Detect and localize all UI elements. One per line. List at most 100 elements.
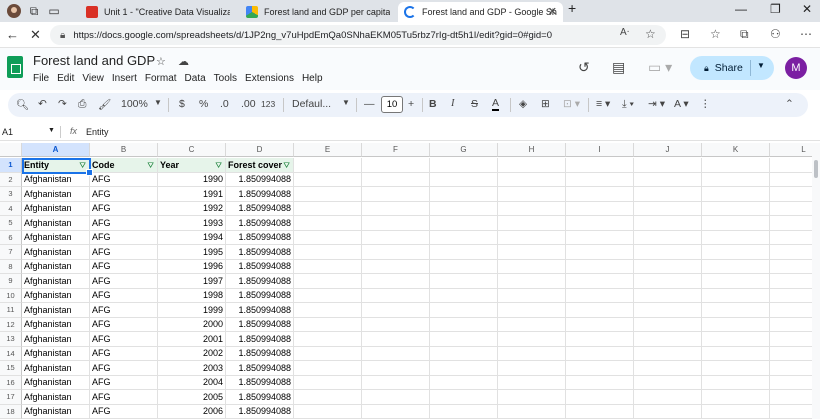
- tab-forest-gdp-chart[interactable]: Forest land and GDP per capita: [240, 2, 390, 22]
- column-header-a[interactable]: A: [22, 143, 90, 157]
- empty-cell[interactable]: [362, 245, 430, 260]
- url-field[interactable]: 🔒︎ https://docs.google.com/spreadsheets/…: [50, 25, 666, 45]
- empty-cell[interactable]: [566, 404, 634, 419]
- tab-forest-gdp-sheet[interactable]: Forest land and GDP - Google Sh ✕: [398, 2, 563, 22]
- empty-cell[interactable]: [294, 404, 362, 419]
- empty-cell[interactable]: [770, 347, 812, 361]
- row-header[interactable]: 4: [0, 201, 22, 216]
- table-cell[interactable]: Afghanistan: [22, 361, 90, 376]
- empty-cell[interactable]: [770, 289, 812, 303]
- empty-cell[interactable]: [362, 390, 430, 405]
- zoom-dropdown-icon[interactable]: ▼: [154, 98, 162, 107]
- empty-cell[interactable]: [566, 288, 634, 303]
- split-screen-icon[interactable]: ⊟: [680, 27, 690, 41]
- table-cell[interactable]: 1.850994088: [226, 230, 294, 245]
- empty-cell[interactable]: [634, 303, 702, 318]
- search-menus-icon[interactable]: 🔍︎: [16, 98, 29, 111]
- empty-cell[interactable]: [770, 231, 812, 245]
- table-cell[interactable]: 1.850994088: [226, 288, 294, 303]
- empty-cell[interactable]: [362, 259, 430, 274]
- empty-cell[interactable]: [294, 259, 362, 274]
- stop-loading-icon[interactable]: ✕: [30, 27, 41, 43]
- minimize-icon[interactable]: —: [735, 2, 747, 16]
- empty-cell[interactable]: [702, 216, 770, 231]
- row-header[interactable]: 11: [0, 303, 22, 318]
- empty-cell[interactable]: [294, 230, 362, 245]
- header-cell[interactable]: Forest cover ⛛: [226, 158, 294, 173]
- empty-cell[interactable]: [430, 317, 498, 332]
- table-cell[interactable]: Afghanistan: [22, 332, 90, 347]
- column-header-d[interactable]: D: [226, 143, 294, 157]
- row-header[interactable]: 6: [0, 230, 22, 245]
- empty-cell[interactable]: [702, 201, 770, 216]
- empty-cell[interactable]: [430, 390, 498, 405]
- table-cell[interactable]: AFG: [90, 216, 158, 231]
- empty-cell[interactable]: [430, 288, 498, 303]
- empty-cell[interactable]: [294, 245, 362, 260]
- table-cell[interactable]: AFG: [90, 390, 158, 405]
- empty-cell[interactable]: [362, 274, 430, 289]
- table-cell[interactable]: 1.850994088: [226, 332, 294, 347]
- empty-cell[interactable]: [770, 390, 812, 405]
- empty-cell[interactable]: [566, 361, 634, 376]
- empty-cell[interactable]: [430, 259, 498, 274]
- empty-cell[interactable]: [634, 390, 702, 405]
- version-history-icon[interactable]: ↺: [578, 59, 590, 76]
- bold-button[interactable]: B: [429, 98, 437, 110]
- strikethrough-button[interactable]: S: [471, 98, 478, 110]
- header-cell[interactable]: Code ⛛: [90, 158, 158, 173]
- font-dropdown-icon[interactable]: ▼: [342, 98, 350, 107]
- collapse-menus-icon[interactable]: ⌃: [785, 98, 794, 110]
- percent-format-button[interactable]: %: [199, 98, 208, 110]
- empty-cell[interactable]: [362, 216, 430, 231]
- table-cell[interactable]: AFG: [90, 346, 158, 361]
- menu-data[interactable]: Data: [185, 73, 206, 84]
- table-cell[interactable]: 1.850994088: [226, 404, 294, 419]
- empty-cell[interactable]: [498, 230, 566, 245]
- empty-cell[interactable]: [498, 274, 566, 289]
- empty-cell[interactable]: [634, 158, 702, 173]
- empty-cell[interactable]: [430, 404, 498, 419]
- account-avatar[interactable]: M: [785, 57, 807, 79]
- table-cell[interactable]: 2002: [158, 346, 226, 361]
- table-cell[interactable]: AFG: [90, 317, 158, 332]
- vertical-scrollbar[interactable]: [812, 143, 820, 419]
- empty-cell[interactable]: [770, 332, 812, 347]
- vertical-align-icon[interactable]: ⤓ ▾: [622, 98, 634, 111]
- increase-font-size-button[interactable]: +: [408, 98, 414, 110]
- empty-cell[interactable]: [430, 303, 498, 318]
- row-header[interactable]: 3: [0, 187, 22, 202]
- empty-cell[interactable]: [702, 346, 770, 361]
- table-cell[interactable]: AFG: [90, 245, 158, 260]
- more-formats-button[interactable]: 123: [261, 99, 275, 109]
- table-cell[interactable]: 1998: [158, 288, 226, 303]
- menu-help[interactable]: Help: [302, 73, 323, 84]
- empty-cell[interactable]: [362, 346, 430, 361]
- empty-cell[interactable]: [498, 346, 566, 361]
- table-cell[interactable]: 1.850994088: [226, 172, 294, 187]
- row-header[interactable]: 14: [0, 346, 22, 361]
- table-cell[interactable]: Afghanistan: [22, 187, 90, 202]
- decrease-font-size-button[interactable]: —: [364, 98, 375, 110]
- new-tab-button[interactable]: +: [568, 0, 576, 16]
- table-cell[interactable]: 1996: [158, 259, 226, 274]
- empty-cell[interactable]: [430, 346, 498, 361]
- empty-cell[interactable]: [770, 318, 812, 332]
- empty-cell[interactable]: [566, 187, 634, 202]
- print-icon[interactable]: ⎙: [78, 98, 86, 111]
- table-cell[interactable]: 1990: [158, 172, 226, 187]
- empty-cell[interactable]: [770, 274, 812, 289]
- empty-cell[interactable]: [634, 375, 702, 390]
- share-button[interactable]: 🔒︎ Share ▼: [690, 56, 774, 80]
- font-size-input[interactable]: 10: [381, 96, 403, 113]
- empty-cell[interactable]: [294, 346, 362, 361]
- menu-file[interactable]: File: [33, 73, 49, 84]
- currency-format-button[interactable]: $: [179, 98, 185, 110]
- more-toolbar-icon[interactable]: ⋮: [700, 98, 711, 110]
- empty-cell[interactable]: [430, 187, 498, 202]
- doc-title[interactable]: Forest land and GDP: [33, 53, 155, 68]
- column-header-b[interactable]: B: [90, 143, 158, 157]
- empty-cell[interactable]: [430, 158, 498, 173]
- empty-cell[interactable]: [294, 361, 362, 376]
- empty-cell[interactable]: [702, 303, 770, 318]
